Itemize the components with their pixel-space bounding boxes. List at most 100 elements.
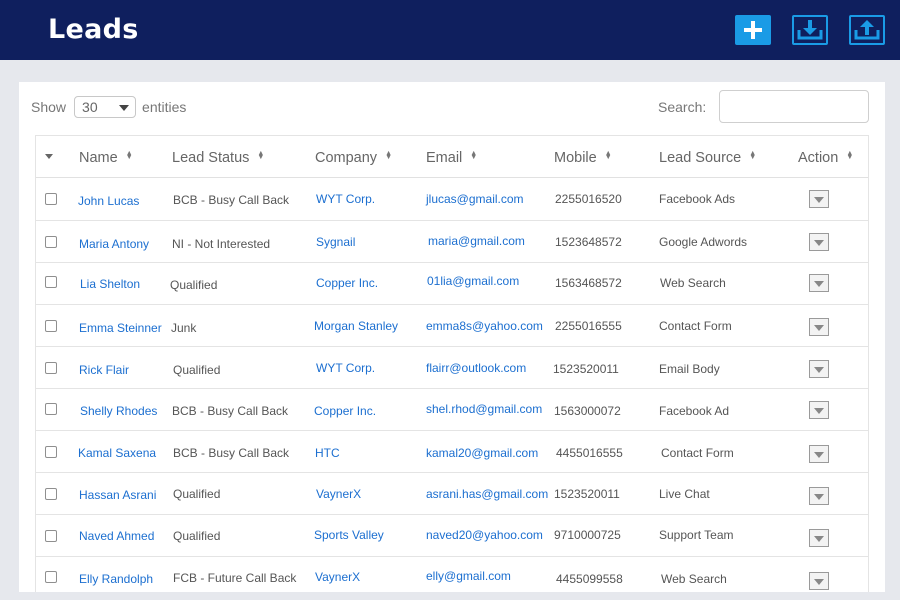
entries-value: 30 (82, 99, 98, 115)
lead-name-link[interactable]: Rick Flair (79, 363, 129, 377)
lead-source: Live Chat (659, 487, 710, 501)
email-link[interactable]: 01lia@gmail.com (427, 274, 519, 288)
row-checkbox[interactable] (45, 571, 57, 583)
lead-name-link[interactable]: Maria Antony (79, 237, 149, 251)
company-link[interactable]: Copper Inc. (314, 404, 376, 418)
email-link[interactable]: jlucas@gmail.com (426, 192, 524, 206)
action-dropdown-button[interactable] (809, 318, 829, 336)
search-label: Search: (658, 99, 707, 115)
row-checkbox[interactable] (45, 320, 57, 332)
company-link[interactable]: Copper Inc. (316, 276, 378, 290)
upload-button[interactable] (849, 15, 885, 45)
mobile-number: 1523648572 (555, 235, 622, 249)
lead-source: Facebook Ads (659, 192, 736, 206)
email-link[interactable]: shel.rhod@gmail.com (426, 402, 542, 416)
action-dropdown-button[interactable] (809, 274, 829, 292)
row-checkbox[interactable] (45, 276, 57, 288)
email-link[interactable]: asrani.has@gmail.com (426, 487, 548, 501)
lead-status: Qualified (173, 363, 221, 377)
column-header-action[interactable]: Action ▲ ▼ (798, 150, 853, 166)
entries-control: Show 30 entities (31, 96, 186, 118)
table-row: Rick Flair Qualified WYT Corp. flairr@ou… (36, 347, 868, 389)
email-link[interactable]: flairr@outlook.com (426, 361, 526, 375)
row-checkbox[interactable] (45, 236, 57, 248)
sort-icon: ▲ ▼ (257, 150, 265, 161)
column-header-name[interactable]: Name ▲ ▼ (79, 150, 133, 166)
action-dropdown-button[interactable] (809, 445, 829, 463)
leads-table: Name ▲ ▼ Lead Status ▲ ▼ Company ▲ ▼ Email ▲ ▼ M… (35, 135, 869, 592)
lead-name-link[interactable]: Hassan Asrani (79, 488, 156, 502)
row-checkbox[interactable] (45, 362, 57, 374)
top-bar: Leads (0, 0, 900, 60)
action-dropdown-button[interactable] (809, 190, 829, 208)
entries-select[interactable]: 30 (74, 96, 137, 118)
email-link[interactable]: naved20@yahoo.com (426, 528, 543, 542)
lead-source: Support Team (659, 528, 734, 542)
action-dropdown-button[interactable] (809, 529, 829, 547)
company-link[interactable]: Morgan Stanley (314, 319, 398, 333)
lead-source: Email Body (659, 362, 720, 376)
lead-name-link[interactable]: Kamal Saxena (78, 446, 156, 460)
action-dropdown-button[interactable] (809, 360, 829, 378)
search-input[interactable] (719, 90, 869, 123)
lead-name-link[interactable]: Emma Steinner (79, 321, 162, 335)
row-checkbox[interactable] (45, 403, 57, 415)
table-row: Elly Randolph FCB - Future Call Back Vay… (36, 557, 868, 592)
action-dropdown-button[interactable] (809, 487, 829, 505)
select-all-dropdown-icon[interactable] (45, 154, 53, 159)
show-label: Show (31, 99, 67, 115)
mobile-number: 1523520011 (554, 487, 620, 501)
lead-source: Web Search (660, 276, 726, 290)
mobile-number: 2255016555 (555, 319, 622, 333)
lead-source: Google Adwords (659, 235, 748, 249)
action-dropdown-button[interactable] (809, 401, 829, 419)
company-link[interactable]: VaynerX (315, 570, 360, 584)
email-link[interactable]: maria@gmail.com (428, 234, 525, 248)
lead-status: NI - Not Interested (172, 237, 271, 251)
column-header-lead-status[interactable]: Lead Status ▲ ▼ (172, 150, 264, 166)
table-row: Naved Ahmed Qualified Sports Valley nave… (36, 515, 868, 557)
lead-name-link[interactable]: Lia Shelton (80, 277, 140, 291)
email-link[interactable]: kamal20@gmail.com (426, 446, 538, 460)
table-row: Maria Antony NI - Not Interested Sygnail… (36, 221, 868, 263)
lead-status: Qualified (173, 487, 221, 501)
action-dropdown-button[interactable] (809, 233, 829, 251)
company-link[interactable]: HTC (315, 446, 340, 460)
table-row: Emma Steinner Junk Morgan Stanley emma8s… (36, 305, 868, 347)
row-checkbox[interactable] (45, 446, 57, 458)
company-link[interactable]: Sygnail (316, 235, 355, 249)
row-checkbox[interactable] (45, 530, 57, 542)
lead-name-link[interactable]: Naved Ahmed (79, 529, 154, 543)
entities-label: entities (142, 99, 187, 115)
mobile-number: 1563000072 (554, 404, 621, 418)
row-checkbox[interactable] (45, 193, 57, 205)
lead-source: Facebook Ad (659, 404, 730, 418)
lead-status: Qualified (173, 529, 221, 543)
lead-status: FCB - Future Call Back (173, 571, 297, 585)
chevron-down-icon (119, 105, 130, 111)
lead-name-link[interactable]: John Lucas (78, 194, 139, 208)
lead-source: Web Search (661, 572, 727, 586)
add-lead-button[interactable] (735, 15, 771, 45)
lead-source: Contact Form (661, 446, 734, 460)
company-link[interactable]: WYT Corp. (316, 361, 375, 375)
column-header-email[interactable]: Email ▲ ▼ (426, 150, 477, 166)
mobile-number: 4455099558 (556, 572, 623, 586)
lead-name-link[interactable]: Elly Randolph (79, 572, 153, 586)
row-checkbox[interactable] (45, 488, 57, 500)
action-dropdown-button[interactable] (809, 572, 829, 590)
column-header-company[interactable]: Company ▲ ▼ (315, 150, 392, 166)
lead-name-link[interactable]: Shelly Rhodes (80, 404, 157, 418)
mobile-number: 1563468572 (555, 276, 622, 290)
column-header-mobile[interactable]: Mobile ▲ ▼ (554, 150, 612, 166)
company-link[interactable]: WYT Corp. (316, 192, 375, 206)
email-link[interactable]: elly@gmail.com (426, 569, 511, 583)
company-link[interactable]: Sports Valley (314, 528, 384, 542)
email-link[interactable]: emma8s@yahoo.com (426, 319, 543, 333)
sort-icon: ▲ ▼ (749, 150, 757, 161)
download-button[interactable] (792, 15, 828, 45)
sort-icon: ▲ ▼ (604, 150, 612, 161)
table-header: Name ▲ ▼ Lead Status ▲ ▼ Company ▲ ▼ Email ▲ ▼ M… (36, 136, 868, 178)
company-link[interactable]: VaynerX (316, 487, 361, 501)
column-header-lead-source[interactable]: Lead Source ▲ ▼ (659, 150, 756, 166)
